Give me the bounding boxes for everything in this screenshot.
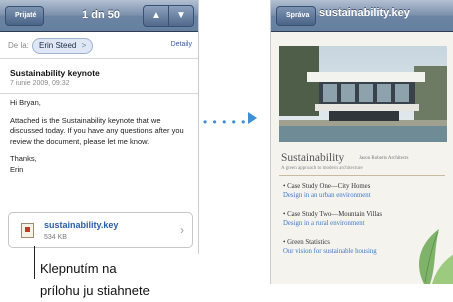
callout-text: Klepnutím na prílohu ju stiahnete <box>40 258 150 302</box>
callout-line-1: Klepnutím na <box>40 261 117 276</box>
message-closing: Thanks, <box>10 154 37 163</box>
message-date: 7 iunie 2009, 09:32 <box>10 80 70 87</box>
callout-line-2: prílohu ju stiahnete <box>40 283 150 298</box>
case-study-title: • Case Study One—City Homes <box>283 183 371 190</box>
case-study-title: • Case Study Two—Mountain Villas <box>283 211 383 218</box>
message-paragraph: Attached is the Sustainability keynote t… <box>10 115 184 146</box>
message-nav-control: ▲ ▼ <box>143 5 194 27</box>
subject-block: Sustainability keynote 7 iunie 2009, 09:… <box>0 59 198 94</box>
viewer-navbar: Správa sustainability.key <box>271 0 453 32</box>
leaf-decoration-icon <box>419 229 453 284</box>
document-title: sustainability.key <box>319 7 410 19</box>
keynote-file-icon <box>21 223 34 238</box>
doc-tagline: A green approach to modern architecture <box>281 166 363 171</box>
case-study-subtitle: Design in an urban environment <box>283 192 371 199</box>
doc-divider <box>279 175 445 176</box>
case-study-item: • Case Study One—City Homes Design in an… <box>283 182 371 200</box>
sender-chevron-icon: > <box>81 41 87 50</box>
from-label: De la: <box>8 41 29 50</box>
document-page: Sustainability Jason Roberts Architects … <box>271 32 453 284</box>
attachment-item[interactable]: sustainability.key 534 KB › <box>8 212 193 248</box>
from-row: De la: Erin Steed > Detaily <box>0 32 198 59</box>
message-counter: 1 dn 50 <box>82 9 120 21</box>
case-study-title: • Green Statistics <box>283 239 330 246</box>
callout-line <box>34 246 35 279</box>
message-greeting: Hi Bryan, <box>10 98 41 107</box>
details-link[interactable]: Detaily <box>171 41 192 48</box>
mail-navbar: Prijaté 1 dn 50 ▲ ▼ <box>0 0 198 32</box>
message-body: Hi Bryan, Attached is the Sustainability… <box>10 98 192 182</box>
case-study-subtitle: Design in a rural environment <box>283 220 365 227</box>
case-study-subtitle: Our vision for sustainable housing <box>283 248 377 255</box>
attachment-viewer-screen: Správa sustainability.key Sustainability… <box>270 0 453 284</box>
message-signature: Erin <box>10 164 24 174</box>
doc-heading-sub: Jason Roberts Architects <box>359 156 409 161</box>
doc-heading: Sustainability <box>281 152 345 164</box>
message-back-button[interactable]: Správa <box>276 6 317 26</box>
case-study-item: • Case Study Two—Mountain Villas Design … <box>283 210 382 228</box>
inbox-back-button[interactable]: Prijaté <box>5 6 45 26</box>
previous-message-button[interactable]: ▲ <box>144 6 168 26</box>
attachment-name: sustainability.key <box>44 220 119 230</box>
house-photo <box>279 46 447 142</box>
dotted-arrow-icon: • • • • • <box>203 115 247 129</box>
chevron-right-icon: › <box>180 223 184 237</box>
sender-name: Erin Steed <box>39 41 77 50</box>
message-subject: Sustainability keynote <box>10 68 100 78</box>
case-study-item: • Green Statistics Our vision for sustai… <box>283 238 377 256</box>
arrow-head-icon <box>248 112 257 124</box>
attachment-size: 534 KB <box>44 234 67 241</box>
sender-chip[interactable]: Erin Steed > <box>32 38 94 54</box>
next-message-button[interactable]: ▼ <box>168 6 193 26</box>
mail-message-screen: Prijaté 1 dn 50 ▲ ▼ De la: Erin Steed > … <box>0 0 199 254</box>
